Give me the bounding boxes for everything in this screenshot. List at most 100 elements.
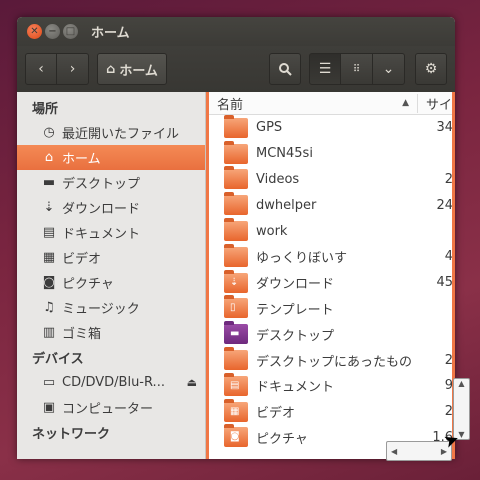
sort-ascending-icon: ▲ <box>402 98 409 108</box>
sidebar-item-label: コンピューター <box>62 402 154 417</box>
list-view-button[interactable]: ☰ <box>309 53 341 85</box>
folder-icon <box>224 243 248 267</box>
sidebar-item-label: デスクトップ <box>62 177 141 192</box>
view-options-button[interactable]: ⌄ <box>373 53 405 85</box>
sidebar-item-label: ピクチャ <box>62 277 114 292</box>
folder-icon: ▬ <box>42 175 56 190</box>
list-view-icon: ☰ <box>318 61 332 77</box>
file-row[interactable]: ▤ ドキュメント 9 <box>209 372 455 399</box>
file-name: ダウンロード <box>256 277 335 293</box>
path-label: ホーム <box>119 63 158 79</box>
clock-icon: ◷ <box>43 125 55 140</box>
file-name: GPS <box>256 120 283 136</box>
file-name: dwhelper <box>256 197 317 213</box>
devices-header: デバイス <box>32 352 84 367</box>
download-folder-icon: ⇣ <box>224 269 248 293</box>
file-size: 34 <box>436 120 453 136</box>
trash-icon: ▥ <box>42 325 56 340</box>
folder-icon <box>224 114 248 138</box>
navigation-group: ‹ › <box>25 53 89 85</box>
desktop-folder-icon: ▬ <box>224 321 248 345</box>
column-header-name[interactable]: 名前 ▲ <box>209 94 417 113</box>
forward-button[interactable]: › <box>57 53 89 85</box>
file-row[interactable]: work <box>209 218 455 244</box>
folder-icon <box>224 166 248 190</box>
back-button[interactable]: ‹ <box>25 53 57 85</box>
sidebar: 場所 ◷ 最近開いたファイル ⌂ ホーム ▬ デスクトップ ⇣ ダウンロード ▤… <box>17 92 206 459</box>
file-size: 45 <box>436 275 453 291</box>
sidebar-item-trash[interactable]: ▥ ゴミ箱 <box>17 320 205 345</box>
sidebar-item-home[interactable]: ⌂ ホーム <box>17 145 205 170</box>
file-manager-window: ✕ − □ ホーム ‹ › ⌂ ホーム ☰ ⠿ ⌄ ⚙ 場所 ◷ 最近開いたファ… <box>17 17 455 459</box>
sidebar-item-desktop[interactable]: ▬ デスクトップ <box>17 170 205 195</box>
sidebar-item-label: ビデオ <box>62 252 102 267</box>
eject-icon[interactable]: ⏏ <box>187 376 197 389</box>
file-row[interactable]: ▯ テンプレート <box>209 295 455 322</box>
scroll-left-icon[interactable]: ◀ <box>391 447 397 456</box>
file-row[interactable]: ⇣ ダウンロード 45 <box>209 269 455 296</box>
column-header-size[interactable]: サイ <box>417 93 455 113</box>
file-row[interactable]: ▦ ビデオ 2 <box>209 398 455 425</box>
search-button[interactable] <box>269 53 301 85</box>
file-row[interactable]: ▬ デスクトップ <box>209 321 455 347</box>
file-row[interactable]: Videos 2 <box>209 166 455 193</box>
scroll-down-icon[interactable]: ▼ <box>458 430 464 439</box>
file-row[interactable]: ゆっくりぼいす 4 <box>209 243 455 270</box>
pictures-folder-icon: ◙ <box>224 424 248 448</box>
close-window-button[interactable]: ✕ <box>27 24 42 39</box>
file-size: 9 <box>444 378 453 394</box>
sidebar-item-computer[interactable]: ▣ コンピューター <box>17 395 205 420</box>
home-icon: ⌂ <box>106 61 116 77</box>
file-row[interactable]: dwhelper 24 <box>209 192 455 218</box>
chevron-right-icon: › <box>69 61 76 77</box>
file-row[interactable]: MCN45si <box>209 140 455 167</box>
search-icon <box>279 63 292 76</box>
home-icon: ⌂ <box>44 150 54 165</box>
path-button-home[interactable]: ⌂ ホーム <box>97 53 167 85</box>
file-size: 2 <box>444 171 453 187</box>
file-name: デスクトップにあったもの <box>256 354 413 370</box>
folder-icon <box>224 140 248 164</box>
file-name: ゆっくりぼいす <box>256 251 348 267</box>
file-name: デスクトップ <box>256 328 335 344</box>
film-icon: ▦ <box>42 250 56 265</box>
maximize-window-button[interactable]: □ <box>63 24 78 39</box>
sidebar-item-music[interactable]: ♫ ミュージック <box>17 295 205 320</box>
file-row[interactable]: GPS 34 <box>209 114 455 141</box>
sidebar-item-documents[interactable]: ▤ ドキュメント <box>17 220 205 245</box>
file-list: 名前 ▲ サイ GPS 34 MCN45si Videos 2 dwhelper… <box>206 92 455 459</box>
chevron-left-icon: ‹ <box>38 61 44 77</box>
videos-folder-icon: ▦ <box>224 398 248 422</box>
file-name: Videos <box>256 171 300 187</box>
file-size: 24 <box>436 197 453 213</box>
document-icon: ▤ <box>42 225 56 240</box>
sidebar-item-downloads[interactable]: ⇣ ダウンロード <box>17 195 205 220</box>
settings-button[interactable]: ⚙ <box>415 53 447 85</box>
computer-icon: ▣ <box>42 400 56 415</box>
file-name: ピクチャ <box>256 431 308 447</box>
sidebar-item-optical-drive[interactable]: ▭ CD/DVD/Blu-R... ⏏ <box>17 370 205 395</box>
sidebar-item-pictures[interactable]: ◙ ピクチャ <box>17 270 205 295</box>
file-name: ビデオ <box>256 406 296 422</box>
documents-folder-icon: ▤ <box>224 372 248 396</box>
sidebar-item-recent[interactable]: ◷ 最近開いたファイル <box>17 120 205 145</box>
view-switcher: ☰ ⠿ ⌄ <box>309 53 405 85</box>
camera-icon: ◙ <box>42 275 56 290</box>
grid-view-icon: ⠿ <box>352 63 361 75</box>
file-size: 2 <box>444 404 453 420</box>
scroll-up-icon[interactable]: ▲ <box>458 379 464 388</box>
horizontal-scroll-widget[interactable]: ◀ ▶ <box>386 441 452 461</box>
download-icon: ⇣ <box>43 200 55 215</box>
minimize-window-button[interactable]: − <box>45 24 60 39</box>
column-header-row: 名前 ▲ サイ <box>209 92 455 115</box>
file-row[interactable]: デスクトップにあったもの 2 <box>209 347 455 373</box>
sidebar-item-label: ホーム <box>62 152 101 167</box>
sidebar-item-label: ゴミ箱 <box>62 327 102 342</box>
file-size: 2 <box>444 352 453 368</box>
sidebar-item-videos[interactable]: ▦ ビデオ <box>17 245 205 270</box>
grid-view-button[interactable]: ⠿ <box>341 53 373 85</box>
file-name: work <box>256 223 288 239</box>
folder-icon <box>224 347 248 371</box>
music-icon: ♫ <box>43 300 55 315</box>
window-title: ホーム <box>91 26 130 41</box>
